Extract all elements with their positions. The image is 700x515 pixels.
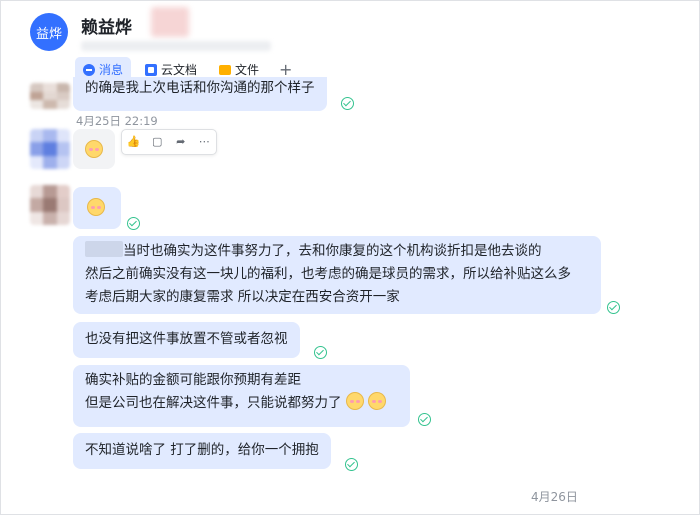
message-bubble[interactable]: 也没有把这件事放置不管或者忽视 — [73, 322, 300, 358]
blush-emoji-icon — [85, 140, 103, 158]
read-check-icon — [607, 301, 620, 314]
message-text: 的确是我上次电话和你沟通的那个样子 — [85, 80, 315, 96]
chat-icon — [83, 63, 95, 76]
redacted-badge — [151, 7, 189, 37]
message-bubble[interactable]: 不知道说啥了 打了删的，给你一个拥抱 — [73, 433, 331, 469]
group-avatar[interactable]: 益烨 — [30, 13, 68, 51]
blush-emoji-icon — [345, 392, 364, 410]
read-check-icon — [345, 458, 358, 471]
date-divider: 4月26日 — [531, 490, 578, 504]
sender-avatar[interactable] — [30, 185, 70, 225]
redacted-subtitle — [81, 41, 271, 51]
blush-emoji-icon — [368, 392, 387, 410]
message-text: 当时也确实为这件事努力了，去和你康复的这个机构谈折扣是他去谈的 — [123, 243, 542, 259]
message-bubble[interactable]: 当时也确实为这件事努力了，去和你康复的这个机构谈折扣是他去谈的 然后之前确实没有… — [73, 236, 601, 314]
message-line: 当时也确实为这件事努力了，去和你康复的这个机构谈折扣是他去谈的 — [85, 240, 589, 263]
message-actions-toolbar: 👍 ▢ ➦ ⋯ — [121, 129, 217, 155]
message-text: 也没有把这件事放置不管或者忽视 — [85, 331, 288, 347]
more-icon[interactable]: ⋯ — [197, 136, 211, 148]
doc-icon — [145, 63, 158, 76]
message-bubble[interactable] — [73, 187, 121, 229]
message-bubble[interactable]: 确实补贴的金额可能跟你预期有差距 但是公司也在解决这件事，只能说都努力了 — [73, 365, 410, 427]
message-text: 但是公司也在解决这件事，只能说都努力了 — [85, 395, 342, 411]
comment-icon[interactable]: ▢ — [150, 136, 164, 148]
redacted-name — [85, 241, 123, 257]
message-list: 的确是我上次电话和你沟通的那个样子 4月25日 22:19 👍 ▢ ➦ ⋯ 当时… — [1, 77, 700, 515]
forward-icon[interactable]: ➦ — [174, 136, 188, 148]
tab-label: 消息 — [99, 63, 124, 77]
message-timestamp: 4月25日 22:19 — [76, 114, 158, 128]
folder-icon — [219, 64, 232, 75]
sender-avatar[interactable] — [30, 83, 70, 109]
read-check-icon — [418, 413, 431, 426]
message-line: 然后之前确实没有这一块儿的福利，也考虑的确是球员的需求，所以给补贴这么多 — [85, 266, 571, 282]
read-check-icon — [314, 346, 327, 359]
chat-title: 赖益烨 — [81, 18, 132, 38]
message-line: 但是公司也在解决这件事，只能说都努力了 — [85, 392, 398, 415]
message-bubble[interactable] — [73, 129, 115, 169]
blush-emoji-icon — [87, 198, 105, 216]
read-check-icon — [127, 217, 140, 230]
read-check-icon — [341, 97, 354, 110]
tab-label: 云文档 — [161, 63, 198, 77]
thumbs-up-icon[interactable]: 👍 — [127, 136, 141, 148]
chat-window: 益烨 赖益烨 消息 云文档 文件 + 的确是我上次电话和你沟通的那个样子 4月2… — [0, 0, 700, 515]
sender-avatar[interactable] — [30, 129, 70, 169]
tab-label: 文件 — [235, 63, 260, 77]
message-line: 考虑后期大家的康复需求 所以决定在西安合资开一家 — [85, 289, 400, 305]
message-line: 确实补贴的金额可能跟你预期有差距 — [85, 372, 301, 388]
avatar-text: 益烨 — [35, 26, 62, 42]
message-bubble[interactable]: 的确是我上次电话和你沟通的那个样子 — [73, 77, 327, 111]
message-text: 不知道说啥了 打了删的，给你一个拥抱 — [85, 442, 319, 458]
